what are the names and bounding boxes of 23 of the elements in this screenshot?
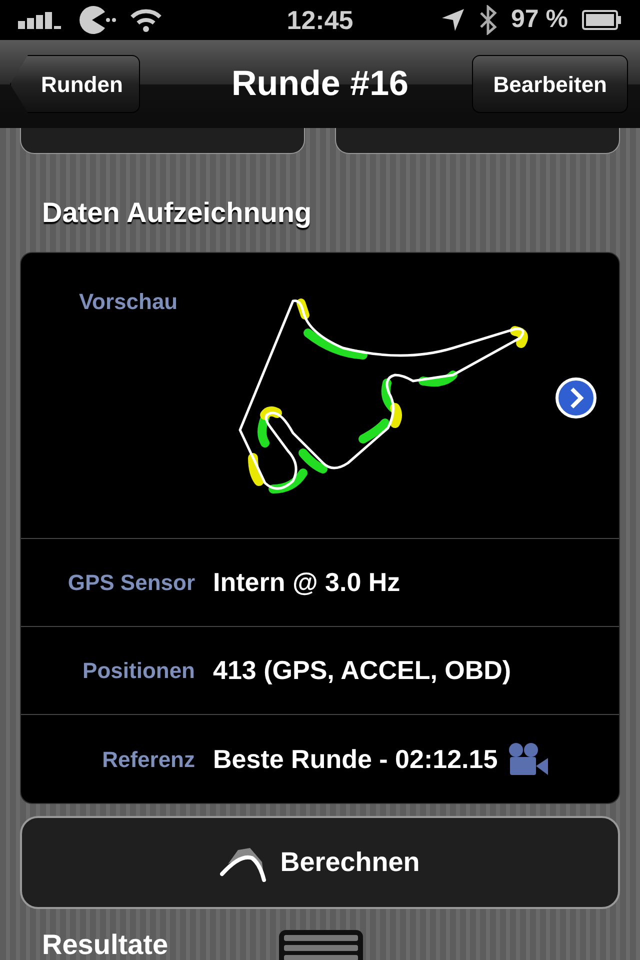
field-label: Referenz bbox=[101, 746, 195, 774]
location-arrow-icon bbox=[441, 8, 466, 32]
bluetooth-icon bbox=[479, 5, 498, 35]
disclosure-button[interactable] bbox=[555, 377, 597, 419]
section-heading: Daten Aufzeichnung bbox=[42, 196, 313, 230]
field-value: Beste Runde - 02:12.15 bbox=[213, 742, 498, 776]
screen-title: Runde #16 bbox=[230, 62, 410, 105]
preview-label: Vorschau bbox=[79, 288, 178, 316]
calculate-button[interactable]: Berechnen bbox=[20, 816, 620, 909]
pacman-icon bbox=[78, 6, 116, 34]
battery-icon bbox=[582, 10, 622, 30]
back-button[interactable]: Runden bbox=[10, 55, 140, 113]
status-time: 12:45 bbox=[286, 4, 354, 36]
field-value: Intern @ 3.0 Hz bbox=[213, 566, 400, 599]
signal-icon bbox=[18, 11, 62, 29]
field-label: Positionen bbox=[82, 657, 195, 685]
field-value: 413 (GPS, ACCEL, OBD) bbox=[213, 654, 512, 687]
battery-percent: 97 % bbox=[511, 4, 568, 36]
edit-button[interactable]: Bearbeiten bbox=[472, 55, 628, 113]
wifi-icon bbox=[130, 8, 162, 32]
field-label: GPS Sensor bbox=[66, 569, 195, 597]
section-heading: Resultate bbox=[42, 931, 168, 959]
drag-handle-icon[interactable] bbox=[278, 929, 364, 960]
